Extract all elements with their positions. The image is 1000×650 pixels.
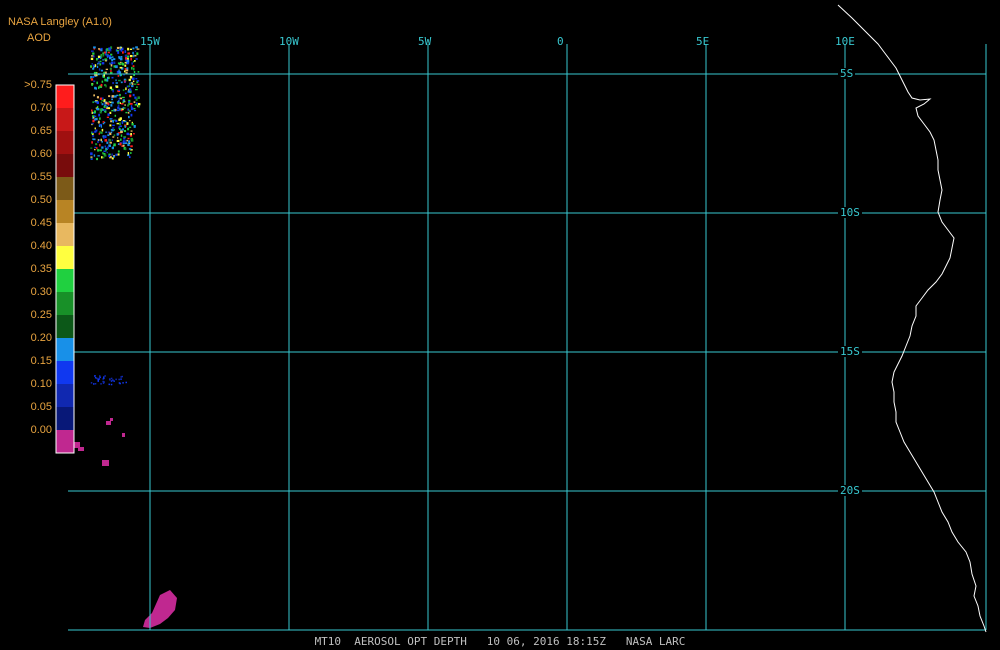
legend-swatch — [56, 131, 74, 154]
legend-label: 0.65 — [30, 125, 52, 137]
legend-label: 0.20 — [30, 332, 52, 344]
legend-swatch — [56, 315, 74, 338]
lat-lon-grid — [68, 44, 987, 631]
legend-label: 0.55 — [30, 171, 52, 183]
longitude-label: 10E — [835, 35, 855, 48]
legend-label: 0.15 — [30, 355, 52, 367]
legend-label: >0.75 — [24, 79, 52, 91]
legend-label: 0.30 — [30, 286, 52, 298]
legend-label: 0.40 — [30, 240, 52, 252]
legend-swatch — [56, 246, 74, 269]
legend-swatch — [56, 361, 74, 384]
legend-swatch — [56, 384, 74, 407]
longitude-label: 5W — [418, 35, 432, 48]
legend-label: 0.25 — [30, 309, 52, 321]
legend-swatch — [56, 108, 74, 131]
image-caption: MT10 AEROSOL OPT DEPTH 10 06, 2016 18:15… — [314, 635, 686, 648]
legend-swatch — [56, 223, 74, 246]
legend-swatch — [56, 200, 74, 223]
legend-swatch — [56, 85, 74, 108]
aerosol-patch — [143, 590, 177, 628]
legend-swatch — [56, 407, 74, 430]
legend-label: 0.10 — [30, 378, 52, 390]
africa-coastline — [837, 4, 987, 633]
longitude-label: 10W — [279, 35, 299, 48]
legend-swatch — [56, 154, 74, 177]
longitude-label: 5E — [696, 35, 710, 48]
legend-label: 0.05 — [30, 401, 52, 413]
legend-swatch — [56, 430, 74, 453]
legend-label: 0.00 — [30, 424, 52, 436]
legend-swatch — [56, 338, 74, 361]
legend-label: 0.45 — [30, 217, 52, 229]
legend-label: 0.70 — [30, 102, 52, 114]
product-title: NASA Langley (A1.0) — [8, 16, 112, 28]
latitude-label: 15S — [838, 345, 862, 358]
legend-label: 0.35 — [30, 263, 52, 275]
product-parameter: AOD — [27, 32, 51, 44]
map-canvas — [55, 4, 987, 633]
legend-color-bar — [55, 84, 75, 454]
legend-swatch — [56, 269, 74, 292]
latitude-label: 5S — [838, 67, 856, 80]
legend-label: 0.50 — [30, 194, 52, 206]
longitude-label: 0 — [557, 35, 564, 48]
legend-swatch — [56, 292, 74, 315]
legend-swatch — [56, 177, 74, 200]
aerosol-retrievals — [72, 46, 177, 628]
latitude-label: 10S — [838, 206, 862, 219]
longitude-label: 15W — [140, 35, 160, 48]
legend-label: 0.60 — [30, 148, 52, 160]
latitude-label: 20S — [838, 484, 862, 497]
